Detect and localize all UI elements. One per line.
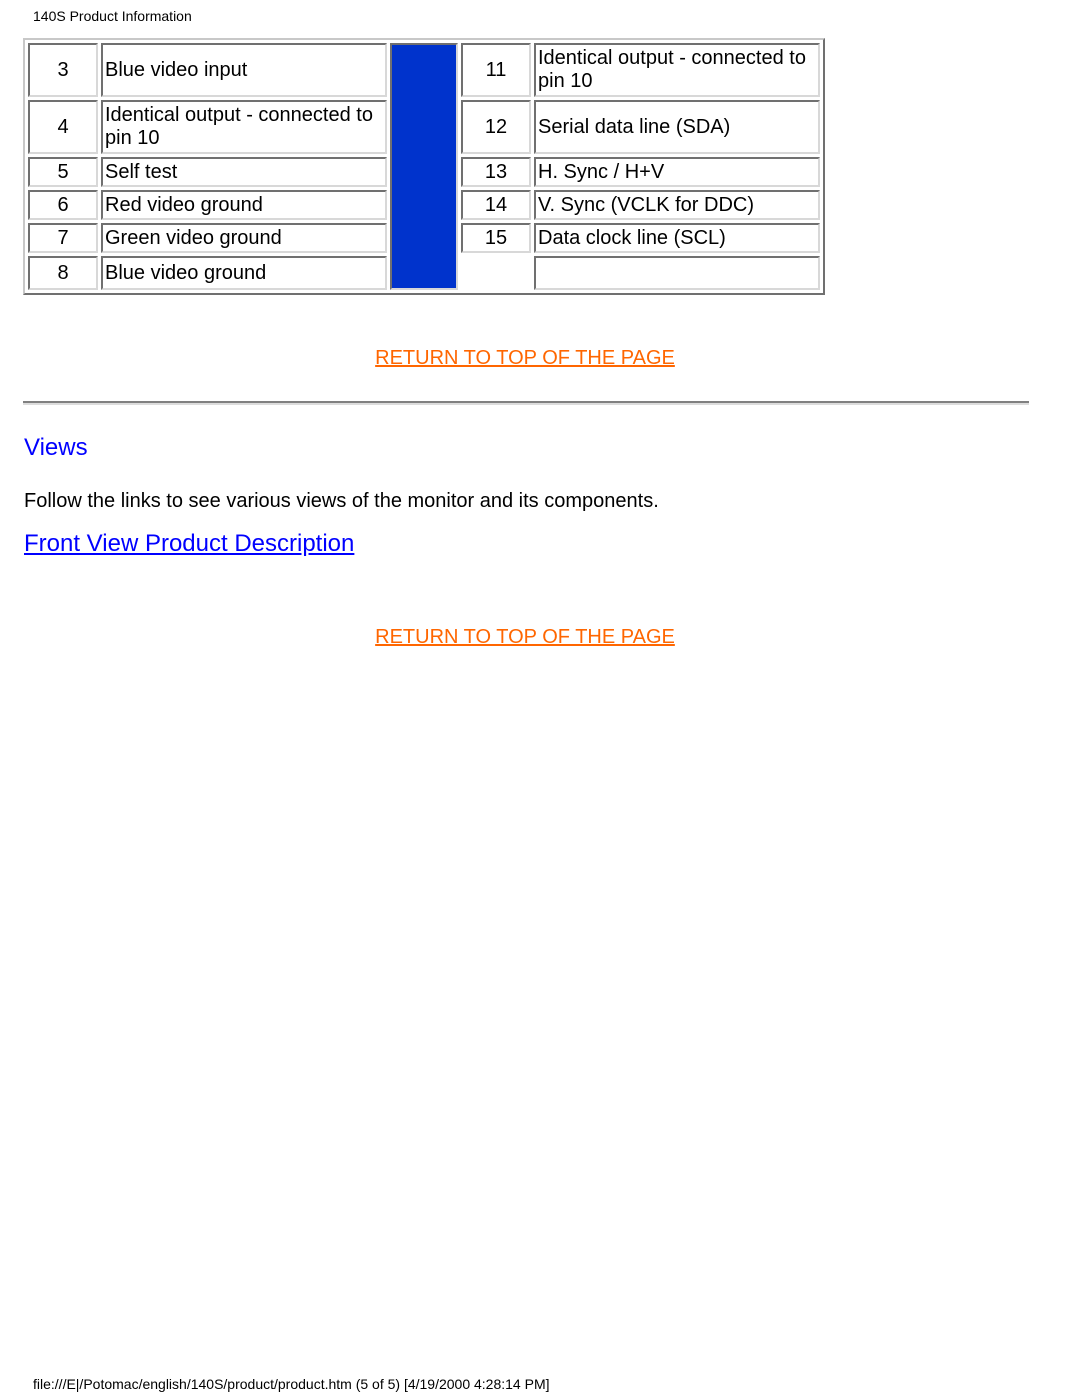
return-to-top-link[interactable]: RETURN TO TOP OF THE PAGE [0, 347, 1050, 370]
pin-number: 6 [28, 190, 98, 220]
pin-number: 15 [461, 223, 531, 253]
views-intro-text: Follow the links to see various views of… [24, 490, 659, 512]
front-view-link[interactable]: Front View Product Description [24, 530, 354, 558]
pin-description: Blue video input [101, 43, 387, 97]
pin-number: 13 [461, 157, 531, 187]
pin-description: Data clock line (SCL) [534, 223, 820, 253]
pin-description: Identical output - connected to pin 10 [101, 100, 387, 154]
footer-file-path: file:///E|/Potomac/english/140S/product/… [33, 1376, 550, 1392]
pin-number: 4 [28, 100, 98, 154]
pin-number: 14 [461, 190, 531, 220]
pin-number: 11 [461, 43, 531, 97]
pin-description: Red video ground [101, 190, 387, 220]
pin-description: Serial data line (SDA) [534, 100, 820, 154]
pin-description: Identical output - connected to pin 10 [534, 43, 820, 97]
pin-assignment-table: 3 Blue video input 11 Identical output -… [23, 38, 825, 295]
pin-number: 5 [28, 157, 98, 187]
pin-number: 12 [461, 100, 531, 154]
pin-description: Green video ground [101, 223, 387, 253]
empty-cell [461, 256, 531, 290]
page-header-title: 140S Product Information [33, 8, 192, 24]
pin-description: H. Sync / H+V [534, 157, 820, 187]
pin-number: 8 [28, 256, 98, 290]
return-to-top-link[interactable]: RETURN TO TOP OF THE PAGE [0, 626, 1050, 649]
horizontal-rule [23, 401, 1029, 405]
pin-description-empty [534, 256, 820, 290]
pin-description: Blue video ground [101, 256, 387, 290]
pin-description: Self test [101, 157, 387, 187]
pin-number: 7 [28, 223, 98, 253]
table-row: 3 Blue video input 11 Identical output -… [28, 43, 820, 290]
views-heading: Views [24, 434, 88, 461]
blue-divider-cell [390, 43, 458, 290]
pin-number: 3 [28, 43, 98, 97]
pin-description: V. Sync (VCLK for DDC) [534, 190, 820, 220]
